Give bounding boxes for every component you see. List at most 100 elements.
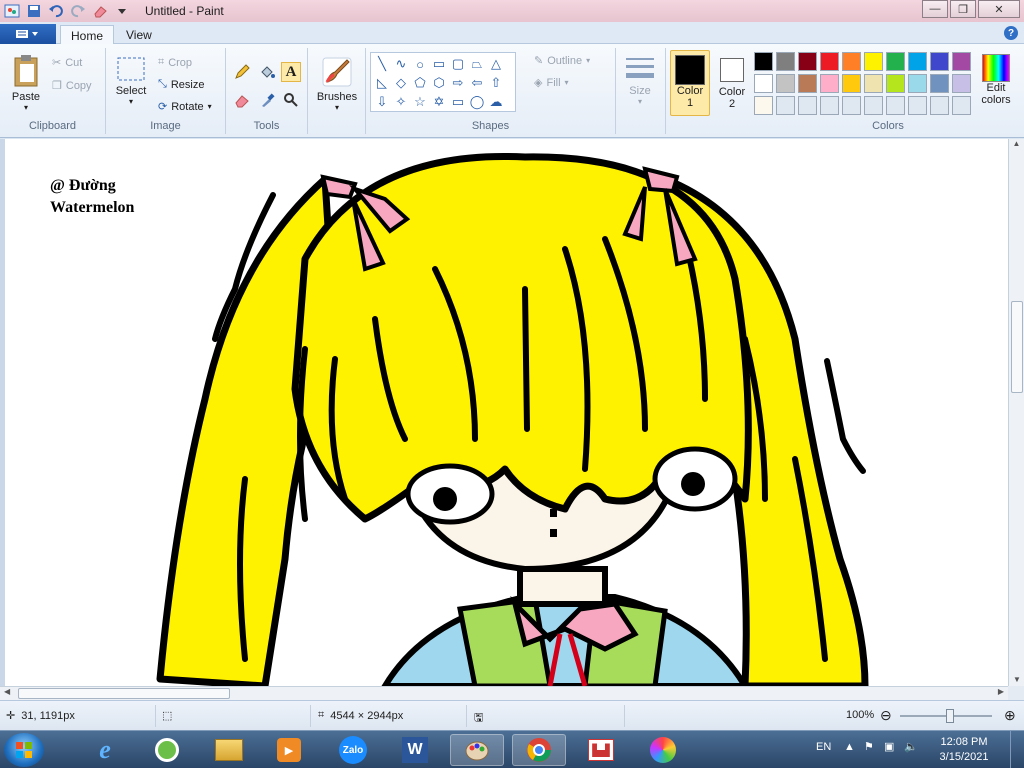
triangle-shape-icon[interactable]: △ bbox=[487, 55, 505, 73]
clock[interactable]: 12:08 PM 3/15/2021 bbox=[934, 735, 994, 765]
palette-swatch[interactable] bbox=[754, 52, 773, 71]
show-hidden-icons-icon[interactable]: ▲ bbox=[844, 741, 855, 753]
color1-button[interactable]: Color 1 bbox=[670, 50, 710, 116]
diamond-shape-icon[interactable]: ◇ bbox=[392, 74, 410, 92]
outline-button[interactable]: ✎ Outline ▾ bbox=[534, 54, 590, 68]
tab-home[interactable]: Home bbox=[60, 25, 115, 45]
palette-swatch[interactable] bbox=[886, 74, 905, 93]
scroll-left-arrow-icon[interactable]: ◀ bbox=[4, 687, 10, 696]
select-button[interactable]: Select ▾ bbox=[114, 56, 148, 106]
eraser-tool-icon[interactable] bbox=[232, 90, 252, 110]
network-icon[interactable]: ▣ bbox=[884, 740, 894, 753]
eraser-icon[interactable] bbox=[92, 3, 108, 19]
palette-swatch[interactable] bbox=[820, 52, 839, 71]
paint-app-icon[interactable] bbox=[4, 3, 20, 19]
fill-bucket-icon[interactable] bbox=[257, 62, 277, 82]
palette-swatch[interactable] bbox=[842, 96, 861, 115]
palette-swatch[interactable] bbox=[908, 52, 927, 71]
resize-button[interactable]: ⤡ Resize bbox=[158, 78, 204, 91]
oval-callout-shape-icon[interactable]: ◯ bbox=[468, 93, 486, 111]
size-button[interactable]: Size ▾ bbox=[620, 54, 660, 106]
flag-icon[interactable]: ⚑ bbox=[864, 740, 874, 753]
zoom-slider-knob[interactable] bbox=[946, 709, 954, 723]
horizontal-scrollbar[interactable]: ◀ ▶ bbox=[0, 686, 1008, 700]
edit-colors-button[interactable]: Edit colors bbox=[974, 54, 1018, 106]
curve-shape-icon[interactable]: ∿ bbox=[392, 55, 410, 73]
language-indicator[interactable]: EN bbox=[816, 741, 831, 753]
palette-swatch[interactable] bbox=[776, 52, 795, 71]
color-app-icon[interactable] bbox=[636, 734, 690, 766]
scroll-up-arrow-icon[interactable]: ▲ bbox=[1009, 139, 1024, 148]
palette-swatch[interactable] bbox=[930, 52, 949, 71]
zalo-icon[interactable]: Zalo bbox=[326, 734, 380, 766]
drawing-canvas[interactable]: @ Đường Watermelon bbox=[5, 139, 1008, 686]
palette-swatch[interactable] bbox=[776, 74, 795, 93]
zoom-out-icon[interactable]: ⊖ bbox=[880, 707, 892, 724]
vertical-scroll-thumb[interactable] bbox=[1011, 301, 1023, 393]
hexagon-shape-icon[interactable]: ⬡ bbox=[430, 74, 448, 92]
palette-swatch[interactable] bbox=[754, 96, 773, 115]
file-menu-button[interactable] bbox=[0, 24, 56, 44]
palette-swatch[interactable] bbox=[842, 52, 861, 71]
maximize-button[interactable]: ❐ bbox=[950, 0, 976, 18]
paste-button[interactable]: Paste ▾ bbox=[8, 54, 44, 112]
internet-explorer-icon[interactable]: e bbox=[78, 734, 132, 766]
file-explorer-icon[interactable] bbox=[202, 734, 256, 766]
media-player-icon[interactable]: ▶ bbox=[262, 734, 316, 766]
palette-swatch[interactable] bbox=[930, 96, 949, 115]
palette-swatch[interactable] bbox=[864, 74, 883, 93]
text-tool-icon[interactable]: A bbox=[281, 62, 301, 82]
four-point-star-shape-icon[interactable]: ✧ bbox=[392, 93, 410, 111]
pencil-icon[interactable] bbox=[232, 62, 252, 82]
palette-swatch[interactable] bbox=[820, 96, 839, 115]
scroll-down-arrow-icon[interactable]: ▼ bbox=[1009, 675, 1024, 684]
app-icon[interactable]: ▙▟ bbox=[574, 734, 628, 766]
palette-swatch[interactable] bbox=[952, 52, 971, 71]
tab-view[interactable]: View bbox=[116, 25, 162, 45]
rectangle-shape-icon[interactable]: ▭ bbox=[430, 55, 448, 73]
palette-swatch[interactable] bbox=[952, 74, 971, 93]
palette-swatch[interactable] bbox=[930, 74, 949, 93]
right-arrow-shape-icon[interactable]: ⇨ bbox=[449, 74, 467, 92]
polygon-shape-icon[interactable]: ⏢ bbox=[468, 55, 486, 73]
rotate-button[interactable]: ⟳ Rotate ▾ bbox=[158, 100, 212, 114]
brushes-button[interactable]: Brushes ▾ bbox=[312, 56, 362, 112]
palette-swatch[interactable] bbox=[908, 74, 927, 93]
word-icon[interactable]: W bbox=[388, 734, 442, 766]
palette-swatch[interactable] bbox=[886, 96, 905, 115]
scroll-right-arrow-icon[interactable]: ▶ bbox=[998, 687, 1004, 696]
zoom-in-icon[interactable]: ⊕ bbox=[1004, 707, 1016, 724]
copy-button[interactable]: ❐ Copy bbox=[52, 79, 92, 93]
help-icon[interactable]: ? bbox=[1004, 26, 1018, 40]
palette-swatch[interactable] bbox=[864, 52, 883, 71]
dropdown-icon[interactable] bbox=[114, 3, 130, 19]
cut-button[interactable]: ✂ Cut bbox=[52, 56, 82, 70]
palette-swatch[interactable] bbox=[798, 52, 817, 71]
chrome-icon[interactable] bbox=[512, 734, 566, 766]
palette-swatch[interactable] bbox=[886, 52, 905, 71]
undo-icon[interactable] bbox=[48, 3, 64, 19]
palette-swatch[interactable] bbox=[842, 74, 861, 93]
palette-swatch[interactable] bbox=[798, 96, 817, 115]
volume-icon[interactable]: 🔈 bbox=[904, 740, 918, 753]
palette-swatch[interactable] bbox=[952, 96, 971, 115]
right-triangle-shape-icon[interactable]: ◺ bbox=[373, 74, 391, 92]
oval-shape-icon[interactable]: ○ bbox=[411, 55, 429, 73]
up-arrow-shape-icon[interactable]: ⇧ bbox=[487, 74, 505, 92]
fill-button[interactable]: ◈ Fill ▾ bbox=[534, 76, 569, 90]
left-arrow-shape-icon[interactable]: ⇦ bbox=[468, 74, 486, 92]
save-icon[interactable] bbox=[26, 3, 42, 19]
color-picker-icon[interactable] bbox=[257, 90, 277, 110]
rounded-callout-shape-icon[interactable]: ▭ bbox=[449, 93, 467, 111]
horizontal-scroll-thumb[interactable] bbox=[18, 688, 230, 699]
coccoc-icon[interactable] bbox=[140, 734, 194, 766]
palette-swatch[interactable] bbox=[820, 74, 839, 93]
close-button[interactable]: ✕ bbox=[978, 0, 1020, 18]
down-arrow-shape-icon[interactable]: ⇩ bbox=[373, 93, 391, 111]
palette-swatch[interactable] bbox=[754, 74, 773, 93]
redo-icon[interactable] bbox=[70, 3, 86, 19]
crop-button[interactable]: ⌗ Crop bbox=[158, 56, 192, 69]
cloud-callout-shape-icon[interactable]: ☁ bbox=[487, 93, 505, 111]
palette-swatch[interactable] bbox=[864, 96, 883, 115]
vertical-scrollbar[interactable]: ▲ ▼ bbox=[1008, 139, 1024, 686]
